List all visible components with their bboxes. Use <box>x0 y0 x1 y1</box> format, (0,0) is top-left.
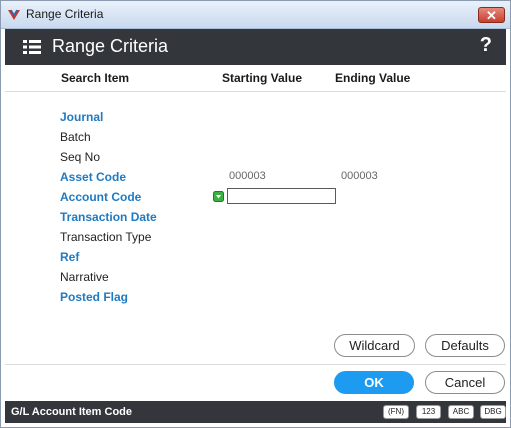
list-menu-icon[interactable] <box>23 39 41 55</box>
asset-code-start-value: 000003 <box>229 170 266 182</box>
help-icon[interactable]: ? <box>480 34 492 57</box>
asset-code-end-value: 000003 <box>341 170 378 182</box>
row-label-narrative: Narrative <box>60 270 109 284</box>
row-label-seq-no: Seq No <box>60 150 101 164</box>
title-bar: Range Criteria ✕ <box>1 1 510 29</box>
column-header-ending-value: Ending Value <box>335 71 411 85</box>
ok-button[interactable]: OK <box>334 371 414 394</box>
column-header-starting-value: Starting Value <box>222 71 303 85</box>
fn-key-indicator[interactable]: (FN) <box>383 405 409 419</box>
row-label-transaction-type: Transaction Type <box>60 230 152 244</box>
header-divider <box>5 91 506 92</box>
wildcard-button[interactable]: Wildcard <box>334 334 415 357</box>
dialog-header: Range Criteria ? <box>5 29 506 65</box>
row-label-transaction-date[interactable]: Transaction Date <box>60 210 157 224</box>
status-text: G/L Account Item Code <box>11 406 133 418</box>
numeric-mode-indicator[interactable]: 123 <box>416 405 441 419</box>
row-label-ref[interactable]: Ref <box>60 250 79 264</box>
column-header-search-item: Search Item <box>61 71 130 85</box>
row-label-posted-flag[interactable]: Posted Flag <box>60 290 128 304</box>
window-title: Range Criteria <box>26 7 104 21</box>
debug-indicator[interactable]: DBG <box>480 405 506 419</box>
alpha-mode-indicator[interactable]: ABC <box>448 405 474 419</box>
app-logo-icon <box>8 9 20 20</box>
lookup-dropdown-icon[interactable] <box>213 191 224 202</box>
button-divider <box>5 364 506 365</box>
row-label-account-code[interactable]: Account Code <box>60 190 141 204</box>
cancel-button[interactable]: Cancel <box>425 371 505 394</box>
row-label-batch: Batch <box>60 130 91 144</box>
range-criteria-window: Range Criteria ✕ Range Criteria ? Search… <box>0 0 511 428</box>
row-label-journal[interactable]: Journal <box>60 110 103 124</box>
page-title: Range Criteria <box>52 36 169 56</box>
row-label-asset-code[interactable]: Asset Code <box>60 170 126 184</box>
defaults-button[interactable]: Defaults <box>425 334 505 357</box>
close-button[interactable]: ✕ <box>478 7 505 23</box>
status-bar: G/L Account Item Code (FN) 123 ABC DBG <box>5 401 506 423</box>
account-code-input[interactable] <box>227 188 336 204</box>
